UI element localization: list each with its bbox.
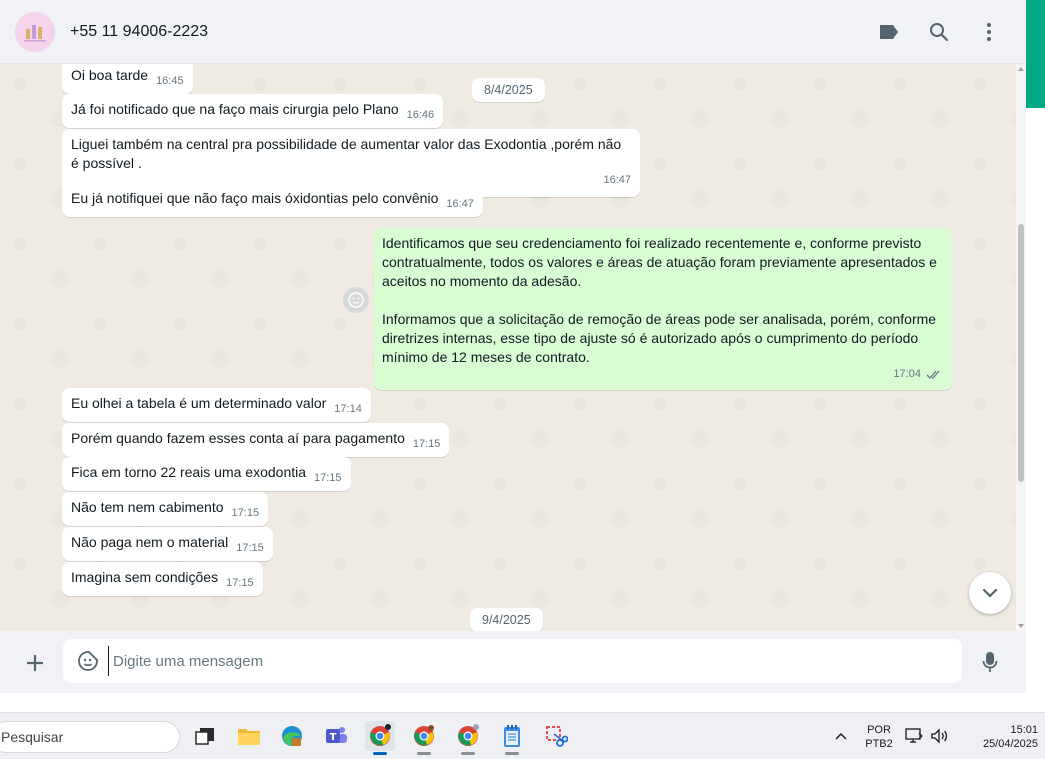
- clock-time: 15:01: [1010, 724, 1038, 736]
- chat-header: +55 11 94006-2223: [0, 0, 1026, 64]
- message-time: 16:47: [446, 198, 474, 210]
- message-incoming[interactable]: Imagina sem condições 17:15: [62, 562, 263, 596]
- windows-taskbar: Pesquisar T POR PTB2 15:01 25/04/2025: [0, 712, 1045, 759]
- more-options-icon: [987, 22, 991, 41]
- search-icon: [930, 22, 949, 41]
- message-input-box[interactable]: [63, 639, 962, 683]
- message-text: Eu olhei a tabela é um determinado valor: [71, 395, 327, 411]
- message-incoming[interactable]: Eu já notifiquei que não faço mais óxido…: [62, 183, 483, 217]
- chevron-down-icon: [982, 588, 998, 598]
- date-separator: 9/4/2025: [470, 608, 543, 631]
- snipping-tool-icon: [546, 726, 568, 747]
- message-text: Fica em torno 22 reais uma exodontia: [71, 464, 307, 480]
- microphone-icon: [982, 652, 998, 672]
- window-bottom-gap: [0, 693, 1045, 712]
- message-incoming[interactable]: Eu olhei a tabela é um determinado valor…: [62, 388, 371, 422]
- message-list[interactable]: Oi boa tarde 16:45 8/4/2025 Já foi notifi…: [0, 64, 1026, 631]
- message-text: Informamos que a solicitação de remoção …: [382, 311, 937, 365]
- message-time: 16:45: [156, 75, 184, 87]
- attach-button[interactable]: [18, 646, 52, 680]
- taskbar-search[interactable]: Pesquisar: [0, 721, 180, 753]
- input-language-indicator[interactable]: POR PTB2: [860, 723, 898, 751]
- message-time: 17:15: [314, 472, 342, 484]
- taskbar-search-placeholder: Pesquisar: [1, 729, 64, 745]
- message-text: Não paga nem o material: [71, 534, 229, 550]
- chrome-button-3[interactable]: [453, 721, 483, 755]
- svg-text:T: T: [330, 732, 337, 743]
- notepad-button[interactable]: [497, 721, 527, 755]
- window-edge: [1026, 0, 1045, 693]
- edge-icon: [282, 726, 302, 746]
- message-time: 17:14: [334, 403, 362, 415]
- plus-icon: [27, 655, 43, 671]
- chevron-up-icon: [835, 732, 847, 740]
- chat-scrollbar[interactable]: [1016, 64, 1026, 631]
- task-view-icon: [195, 728, 214, 745]
- message-incoming[interactable]: Não tem nem cabimento 17:15: [62, 492, 269, 526]
- message-time: 16:46: [406, 109, 435, 121]
- message-composer: [0, 631, 1026, 693]
- message-text: Não tem nem cabimento: [71, 499, 224, 515]
- message-incoming[interactable]: Oi boa tarde 16:45: [62, 64, 193, 94]
- contact-avatar[interactable]: [15, 11, 55, 52]
- teams-button[interactable]: T: [321, 721, 351, 751]
- speaker-icon: [931, 728, 948, 744]
- message-text: Identificamos que seu credenciamento foi…: [382, 235, 937, 289]
- message-time: 17:15: [236, 542, 264, 554]
- message-input[interactable]: [108, 646, 962, 676]
- task-view-button[interactable]: [190, 721, 220, 751]
- folder-icon: [238, 729, 260, 745]
- message-text: Imagina sem condições: [71, 569, 219, 585]
- label-icon: [880, 24, 898, 39]
- message-incoming[interactable]: Não paga nem o material 17:15: [62, 527, 273, 561]
- message-text: Oi boa tarde: [71, 67, 149, 83]
- sticker-icon: [78, 651, 98, 671]
- react-button[interactable]: [343, 287, 369, 313]
- read-ticks-icon: [926, 370, 940, 379]
- keyboard-layout: PTB2: [865, 738, 893, 750]
- scrollbar-thumb[interactable]: [1018, 224, 1024, 482]
- message-outgoing[interactable]: Identificamos que seu credenciamento foi…: [374, 228, 952, 390]
- show-hidden-icons-button[interactable]: [826, 721, 856, 751]
- monitor-network-icon: [905, 728, 923, 743]
- menu-button[interactable]: [968, 11, 1010, 53]
- chrome-button-2[interactable]: [409, 721, 439, 755]
- search-button[interactable]: [918, 11, 960, 53]
- message-incoming[interactable]: Porém quando fazem esses conta aí para p…: [62, 423, 450, 457]
- avatar-logo-icon: [15, 11, 55, 52]
- chrome-icon: [458, 724, 479, 746]
- message-incoming[interactable]: Fica em torno 22 reais uma exodontia 17:1…: [62, 457, 351, 491]
- chrome-icon: [414, 725, 434, 746]
- teams-icon: T: [326, 727, 347, 743]
- chrome-icon: [370, 724, 391, 746]
- sticker-button[interactable]: [68, 641, 108, 681]
- taskbar-clock[interactable]: 15:01 25/04/2025: [958, 723, 1038, 751]
- clock-date: 25/04/2025: [982, 738, 1038, 750]
- message-text: Eu já notifiquei que não faço mais óxido…: [71, 190, 439, 206]
- contact-name[interactable]: +55 11 94006-2223: [70, 23, 208, 41]
- scroll-to-bottom-button[interactable]: [969, 572, 1011, 614]
- message-text: Já foi notificado que na faço mais cirur…: [71, 101, 399, 117]
- file-explorer-button[interactable]: [234, 721, 264, 751]
- emoji-reaction-icon: [348, 292, 364, 308]
- date-separator: 8/4/2025: [472, 78, 545, 102]
- voice-message-button[interactable]: [974, 646, 1006, 678]
- message-time: 17:15: [412, 438, 441, 450]
- notepad-icon: [504, 725, 520, 747]
- message-time: 17:15: [226, 577, 254, 589]
- chrome-button-active[interactable]: [365, 721, 395, 755]
- snipping-tool-button[interactable]: [541, 721, 571, 751]
- volume-button[interactable]: [924, 721, 954, 751]
- message-text: Liguei também na central pra possibilida…: [71, 136, 622, 171]
- message-time: 17:15: [231, 507, 260, 519]
- message-text: Porém quando fazem esses conta aí para p…: [71, 430, 405, 446]
- edge-button[interactable]: [277, 721, 307, 751]
- language-code: POR: [867, 724, 891, 736]
- message-time: 17:04: [893, 368, 921, 380]
- label-button[interactable]: [868, 11, 910, 53]
- message-incoming[interactable]: Já foi notificado que na faço mais cirur…: [62, 94, 444, 128]
